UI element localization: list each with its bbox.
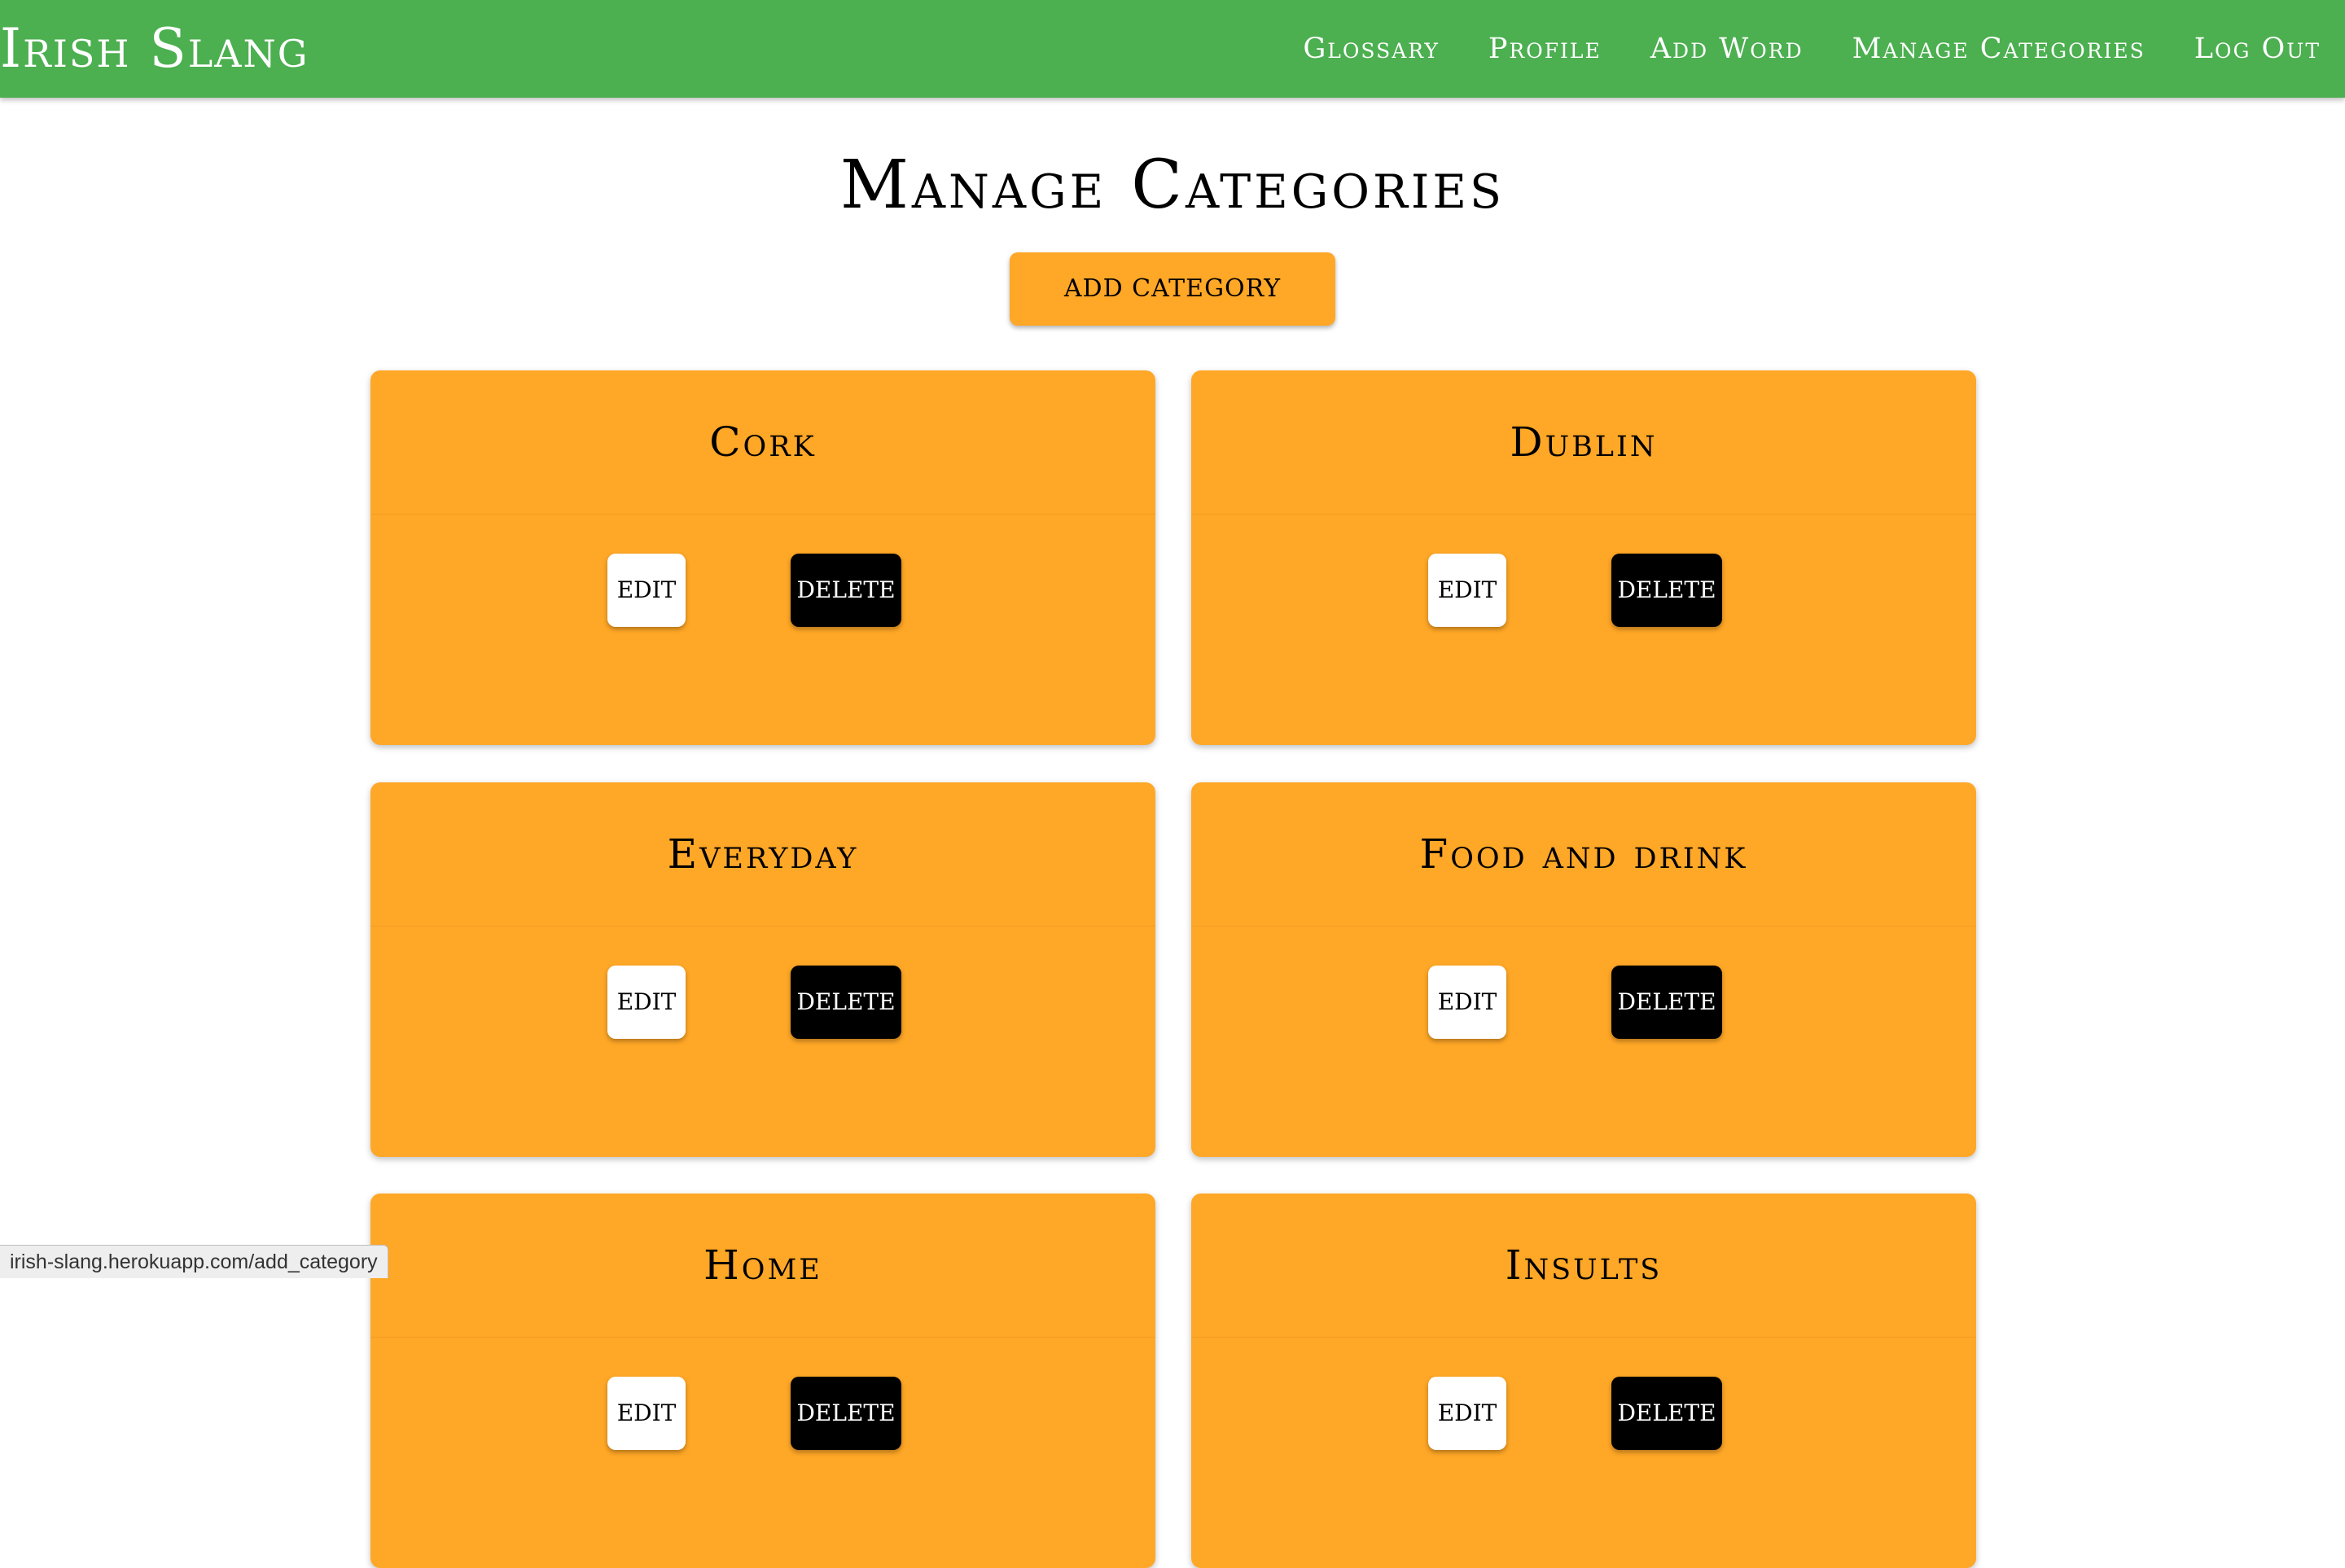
nav-link-log-out[interactable]: Log Out <box>2194 33 2321 65</box>
delete-category-button[interactable]: DELETE <box>1611 1377 1722 1450</box>
delete-category-button[interactable]: DELETE <box>791 554 901 627</box>
category-title: Everyday <box>370 782 1155 926</box>
link-status-bar: irish-slang.herokuapp.com/add_category <box>0 1245 388 1278</box>
category-title: Cork <box>370 370 1155 515</box>
category-title: Dublin <box>1191 370 1976 515</box>
category-card: Cork EDIT DELETE <box>370 370 1155 745</box>
category-card: Home EDIT DELETE <box>370 1194 1155 1568</box>
category-title: Home <box>370 1194 1155 1338</box>
category-title: Food and drink <box>1191 782 1976 926</box>
category-card: Everyday EDIT DELETE <box>370 782 1155 1157</box>
edit-category-button[interactable]: EDIT <box>1428 966 1506 1039</box>
add-category-button[interactable]: ADD CATEGORY <box>1010 252 1335 326</box>
delete-category-button[interactable]: DELETE <box>791 1377 901 1450</box>
navbar: Irish Slang Glossary Profile Add Word Ma… <box>0 0 2345 98</box>
delete-category-button[interactable]: DELETE <box>1611 554 1722 627</box>
delete-category-button[interactable]: DELETE <box>1611 966 1722 1039</box>
delete-category-button[interactable]: DELETE <box>791 966 901 1039</box>
nav-links: Glossary Profile Add Word Manage Categor… <box>1254 0 2321 98</box>
category-card: Dublin EDIT DELETE <box>1191 370 1976 745</box>
category-card: Insults EDIT DELETE <box>1191 1194 1976 1568</box>
nav-link-profile[interactable]: Profile <box>1488 33 1602 65</box>
category-title: Insults <box>1191 1194 1976 1338</box>
edit-category-button[interactable]: EDIT <box>1428 554 1506 627</box>
nav-link-manage-categories[interactable]: Manage Categories <box>1852 33 2146 65</box>
nav-link-add-word[interactable]: Add Word <box>1650 33 1804 65</box>
edit-category-button[interactable]: EDIT <box>607 554 686 627</box>
brand-logo-link[interactable]: Irish Slang <box>0 0 309 98</box>
page-title: Manage Categories <box>839 147 1506 224</box>
edit-category-button[interactable]: EDIT <box>1428 1377 1506 1450</box>
category-card: Food and drink EDIT DELETE <box>1191 782 1976 1157</box>
edit-category-button[interactable]: EDIT <box>607 1377 686 1450</box>
nav-link-glossary[interactable]: Glossary <box>1303 33 1439 65</box>
edit-category-button[interactable]: EDIT <box>607 966 686 1039</box>
